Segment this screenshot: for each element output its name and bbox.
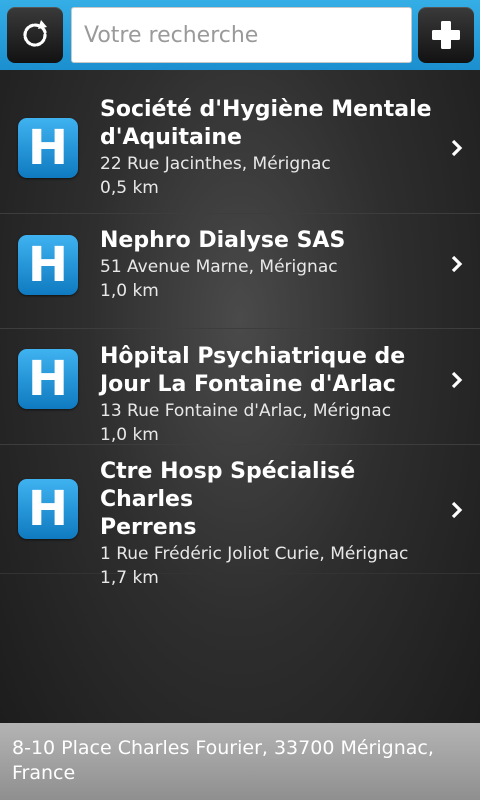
- chevron-right-icon: [451, 371, 463, 389]
- list-item[interactable]: H Nephro Dialyse SAS 51 Avenue Marne, Mé…: [0, 214, 480, 329]
- refresh-icon: [23, 20, 47, 47]
- result-distance: 1,7 km: [100, 568, 159, 588]
- result-distance: 1,0 km: [100, 281, 159, 301]
- top-toolbar: [0, 0, 480, 70]
- result-title: Ctre Hosp Spécialisé Charles Perrens: [100, 459, 356, 540]
- result-title: Société d'Hygiène Mentale d'Aquitaine: [100, 97, 432, 150]
- refresh-button[interactable]: [7, 7, 63, 63]
- current-location-bar: 8-10 Place Charles Fourier, 33700 Mérign…: [0, 723, 480, 800]
- hospital-icon: H: [18, 235, 78, 295]
- list-item[interactable]: H Ctre Hosp Spécialisé Charles Perrens 1…: [0, 445, 480, 588]
- results-list: H Société d'Hygiène Mentale d'Aquitaine …: [0, 70, 480, 588]
- current-location-line1: 8-10 Place Charles Fourier, 33700 Mérign…: [12, 737, 434, 759]
- plus-icon: [432, 21, 460, 49]
- chevron-right-icon: [451, 255, 463, 273]
- result-address: 1 Rue Frédéric Joliot Curie, Mérignac: [100, 544, 409, 564]
- hospital-icon: H: [18, 118, 78, 178]
- chevron-right-icon: [451, 501, 463, 519]
- hospital-icon: H: [18, 479, 78, 539]
- result-title: Nephro Dialyse SAS: [100, 228, 346, 253]
- result-title: Hôpital Psychiatrique de Jour La Fontain…: [100, 344, 406, 397]
- hospital-icon: H: [18, 349, 78, 409]
- list-item[interactable]: H Hôpital Psychiatrique de Jour La Fonta…: [0, 329, 480, 445]
- result-distance: 0,5 km: [100, 178, 159, 198]
- search-input[interactable]: [71, 7, 412, 63]
- chevron-right-icon: [451, 139, 463, 157]
- result-distance: 1,0 km: [100, 425, 159, 445]
- result-address: 22 Rue Jacinthes, Mérignac: [100, 154, 331, 174]
- current-location-line2: France: [12, 762, 76, 784]
- result-address: 13 Rue Fontaine d'Arlac, Mérignac: [100, 401, 392, 421]
- list-item[interactable]: H Société d'Hygiène Mentale d'Aquitaine …: [0, 70, 480, 214]
- add-button[interactable]: [418, 7, 474, 63]
- result-address: 51 Avenue Marne, Mérignac: [100, 257, 338, 277]
